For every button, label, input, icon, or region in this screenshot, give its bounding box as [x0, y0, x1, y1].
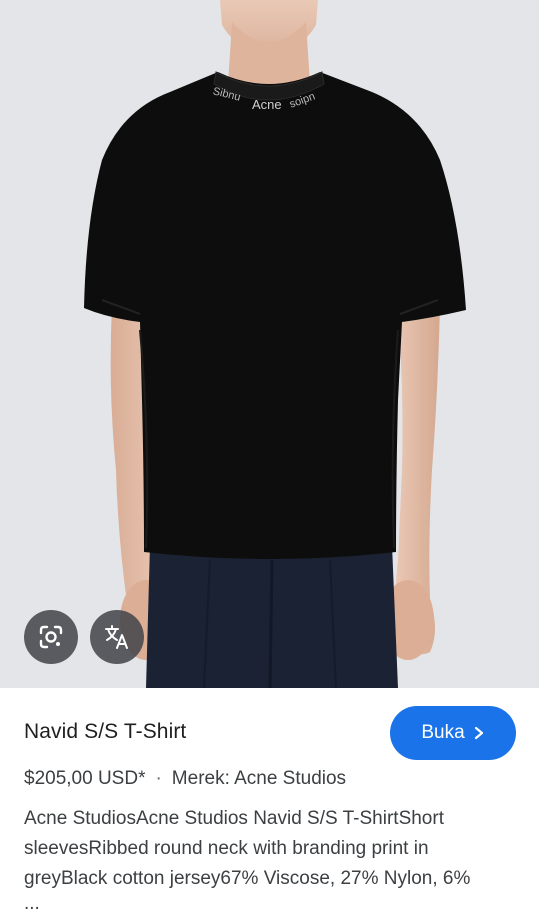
translate-button[interactable]	[90, 610, 144, 664]
model-photo: Sibnu Acne soipn	[84, 0, 466, 688]
open-button-label: Buka	[421, 722, 465, 743]
product-image[interactable]: Sibnu Acne soipn	[0, 0, 539, 688]
google-lens-button[interactable]	[24, 610, 78, 664]
meta-separator: ·	[155, 768, 162, 789]
price: $205,00 USD*	[24, 768, 146, 789]
product-meta: $205,00 USD* · Merek: Acne Studios	[24, 768, 346, 790]
pants-crease	[268, 559, 274, 688]
description-ellipsis: ...	[24, 896, 40, 912]
description-line: Acne StudiosAcne Studios Navid S/S T-Shi…	[24, 808, 444, 829]
product-description: Acne StudiosAcne Studios Navid S/S T-Shi…	[24, 804, 524, 894]
translate-icon	[105, 625, 128, 649]
open-button[interactable]: Buka	[390, 706, 516, 760]
chevron-right-icon	[473, 726, 485, 740]
svg-text:Acne: Acne	[252, 97, 282, 112]
google-lens-icon	[39, 625, 63, 649]
product-title: Navid S/S T-Shirt	[24, 720, 187, 743]
description-line: greyBlack cotton jersey67% Viscose, 27% …	[24, 868, 471, 889]
description-line: sleevesRibbed round neck with branding p…	[24, 838, 429, 859]
brand: Merek: Acne Studios	[171, 768, 347, 789]
